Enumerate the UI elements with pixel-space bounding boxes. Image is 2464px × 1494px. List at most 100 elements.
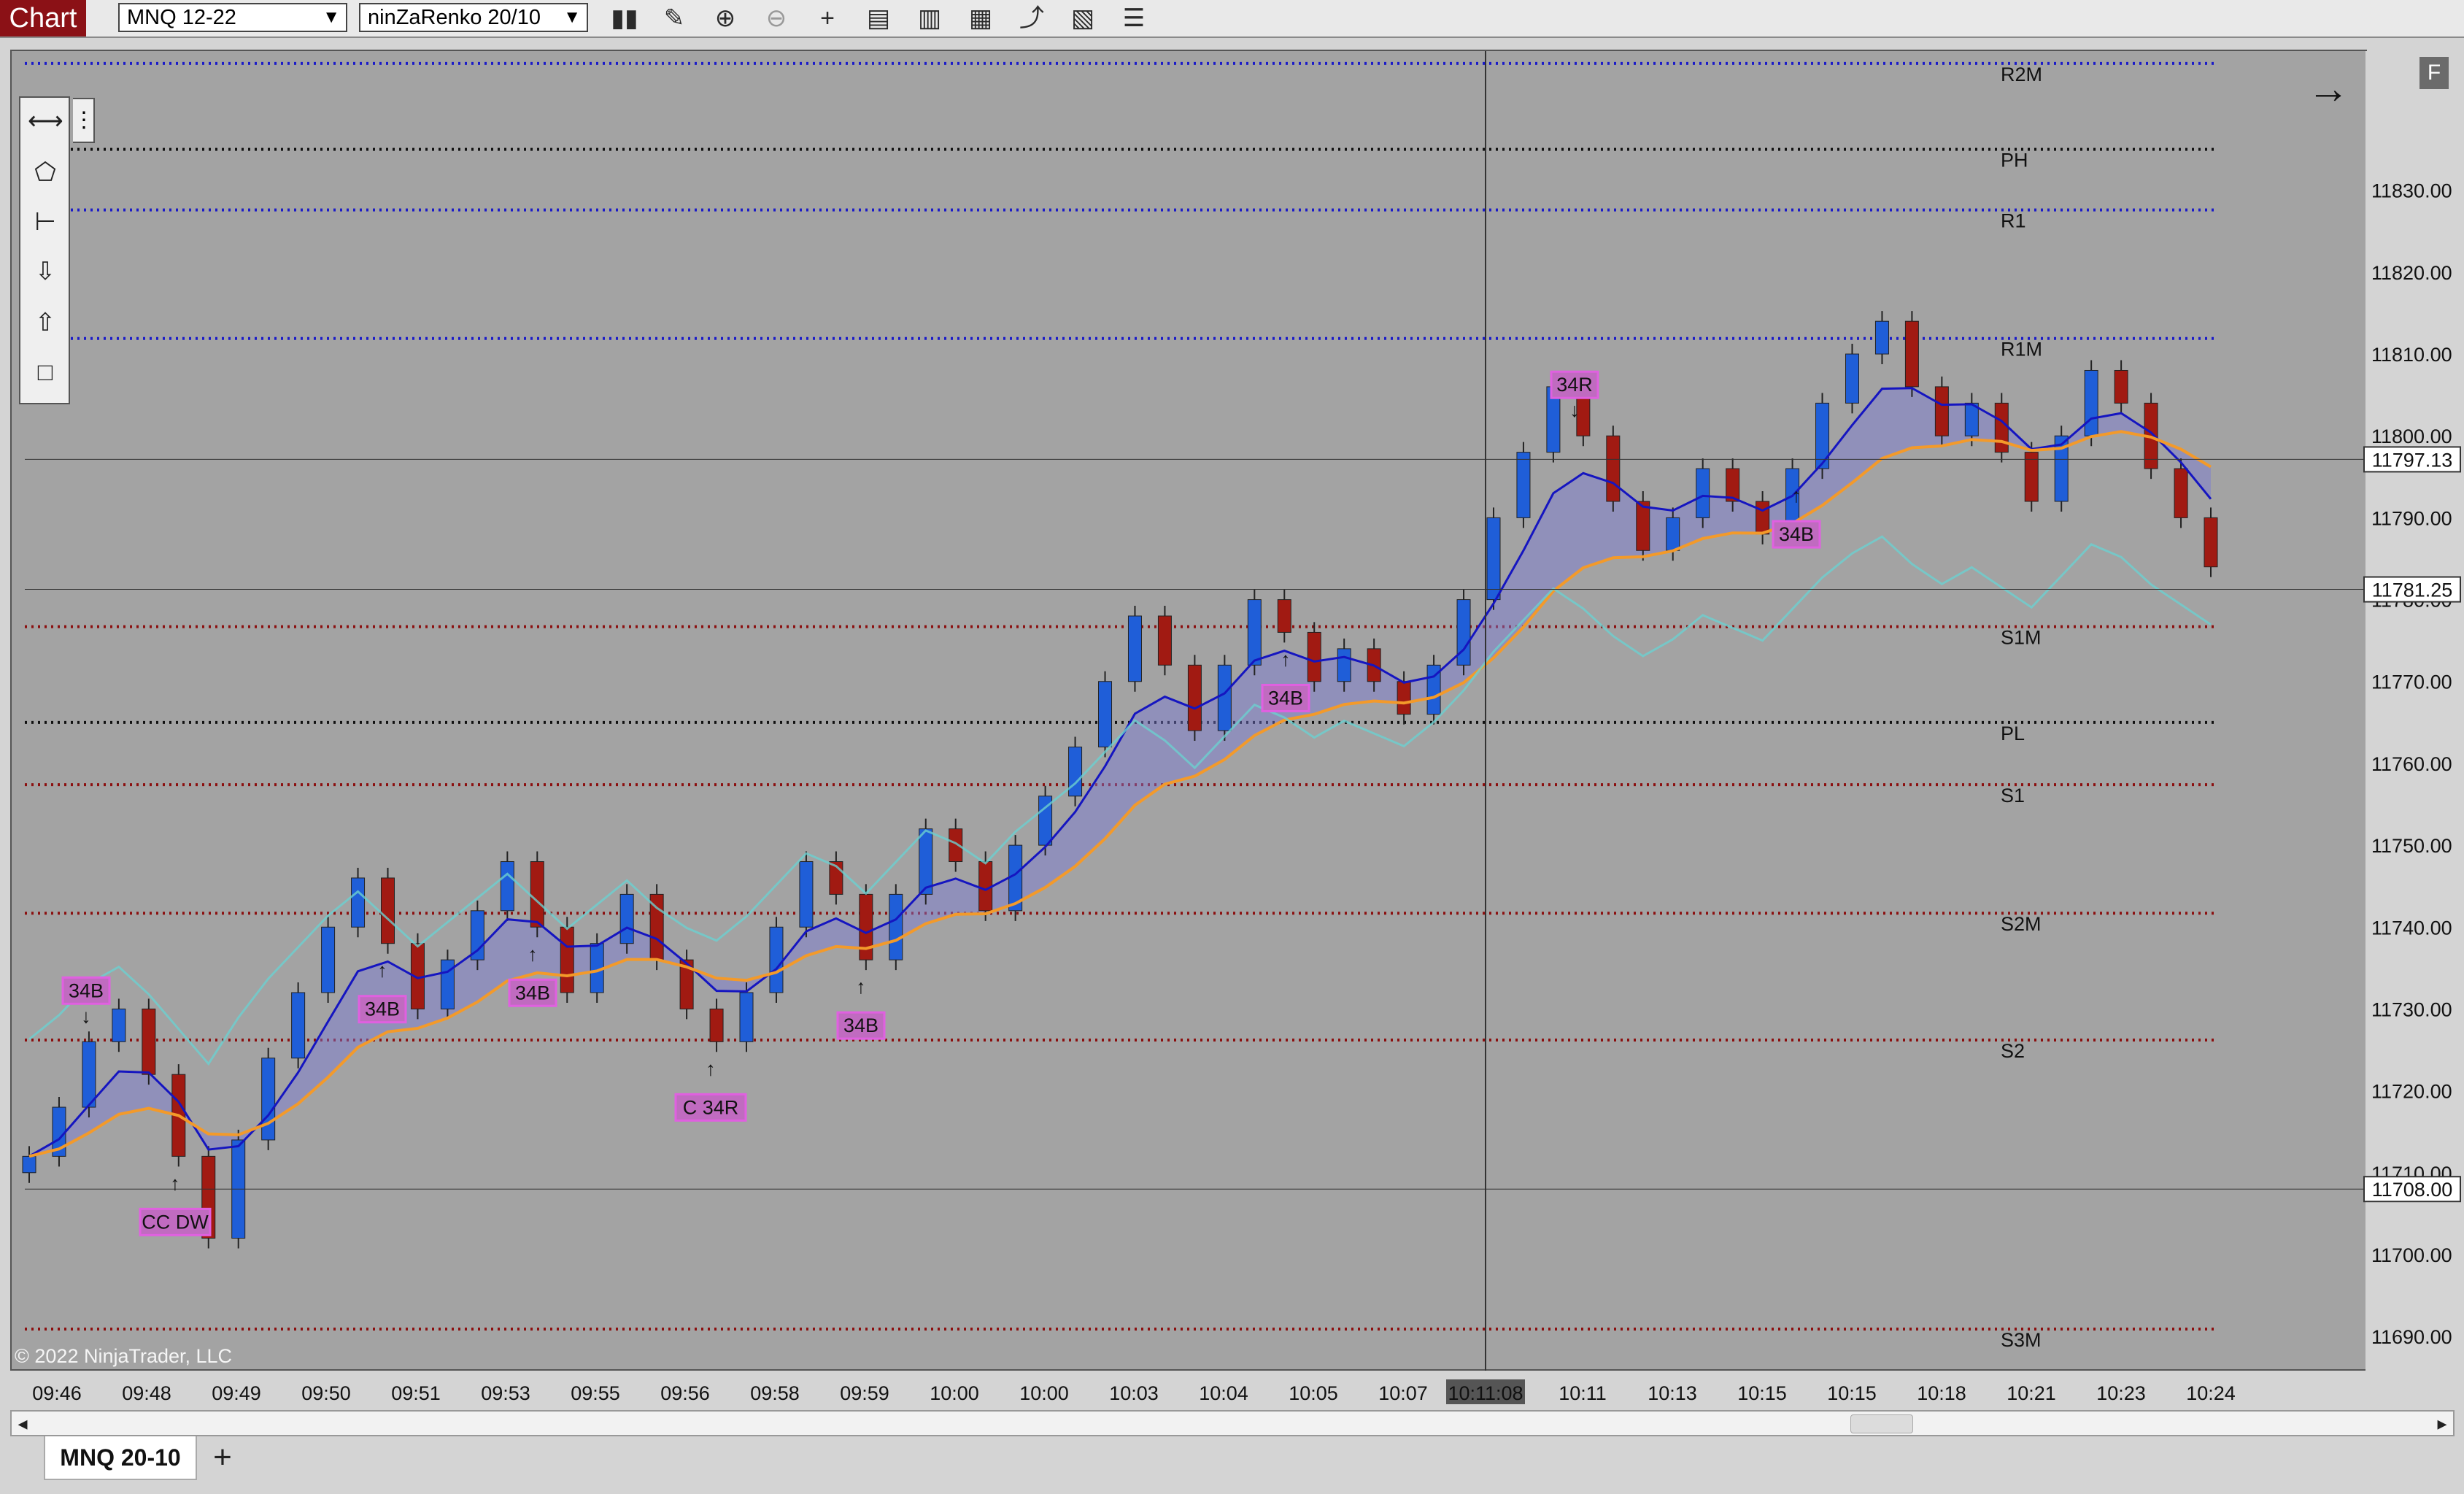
price-marker-label: 11797.13: [2372, 449, 2453, 471]
x-tick-label: 09:51: [391, 1382, 441, 1404]
signal-label: 34R: [1556, 374, 1593, 396]
tab-mnq-20-10[interactable]: MNQ 20-10: [44, 1436, 197, 1480]
candle: [859, 893, 873, 960]
signal-label: 34B: [843, 1014, 878, 1036]
x-tick-label: 10:13: [1648, 1382, 1697, 1404]
signal-label: 34B: [365, 998, 400, 1020]
scroll-left-icon[interactable]: ◂: [12, 1412, 34, 1435]
y-tick-label: 11690.00: [2371, 1326, 2452, 1348]
rectangle-tool-icon[interactable]: □: [28, 355, 63, 390]
candle: [1337, 648, 1351, 682]
pivot-label: PH: [2001, 150, 2028, 172]
arrow-up-tool-icon[interactable]: ⇧: [28, 305, 63, 340]
candle: [2204, 517, 2218, 568]
candle: [1666, 517, 1680, 551]
candle: [619, 893, 634, 944]
y-tick-label: 11760.00: [2371, 753, 2452, 775]
price-marker-label: 11781.25: [2372, 579, 2453, 601]
candle: [1606, 435, 1621, 502]
pivot-label: PL: [2001, 723, 2025, 744]
line-tool-icon[interactable]: ⟷: [28, 104, 63, 139]
x-tick-label: 10:03: [1109, 1382, 1159, 1404]
y-tick-label: 11810.00: [2371, 344, 2452, 366]
price-marker-label: 11708.00: [2372, 1179, 2453, 1201]
arrow-down-tool-icon[interactable]: ⇩: [28, 254, 63, 289]
candle: [1068, 746, 1083, 797]
signal-label: 34B: [1779, 523, 1814, 545]
candle: [2174, 468, 2188, 518]
add-tab-button[interactable]: +: [204, 1436, 241, 1480]
cursor-time-label: 10:11:08: [1448, 1382, 1523, 1404]
candle: [1636, 501, 1650, 551]
candle: [978, 861, 993, 912]
candle: [2114, 369, 2128, 404]
candle: [889, 893, 903, 960]
candle: [799, 861, 814, 928]
candle: [1307, 631, 1321, 682]
price-chart[interactable]: 11830.00 11820.00 11810.00 11800.00 11790.00…: [0, 0, 2464, 1409]
chart-tabs-bar: MNQ 20-10 +: [0, 1436, 2464, 1494]
pivot-label: R1: [2001, 210, 2026, 232]
x-tick-label: 10:00: [930, 1382, 979, 1404]
signal-label: 34B: [515, 982, 550, 1004]
candle: [1845, 353, 1859, 404]
signal-arrow: ↑: [856, 976, 866, 998]
candle: [1127, 615, 1142, 682]
candle: [1456, 599, 1471, 666]
candle: [530, 861, 544, 928]
candle: [291, 992, 306, 1059]
x-tick-label: 09:58: [750, 1382, 800, 1404]
copyright-text: © 2022 NinjaTrader, LLC: [15, 1345, 233, 1367]
scroll-thumb[interactable]: [1850, 1414, 1913, 1433]
x-tick-label: 10:00: [1019, 1382, 1069, 1404]
y-tick-label: 11730.00: [2371, 998, 2452, 1020]
candle: [381, 877, 395, 944]
scroll-right-icon[interactable]: ▸: [2431, 1412, 2453, 1435]
x-tick-label: 09:48: [122, 1382, 171, 1404]
candle: [321, 926, 336, 993]
signal-arrow: ↑: [377, 960, 387, 982]
candle: [769, 926, 784, 993]
candle: [1247, 599, 1262, 666]
signal-label: CC DW: [142, 1211, 209, 1233]
candle: [22, 1155, 36, 1174]
x-tick-label: 10:07: [1378, 1382, 1428, 1404]
candle: [1696, 468, 1710, 518]
pivot-label: S1: [2001, 785, 2025, 806]
more-tools-icon[interactable]: ⋮: [73, 98, 95, 143]
x-tick-label: 09:56: [660, 1382, 710, 1404]
candle: [1994, 402, 2009, 453]
candle: [112, 1008, 126, 1042]
x-tick-label: 10:15: [1827, 1382, 1877, 1404]
y-tick-label: 11790.00: [2371, 507, 2452, 529]
candle: [1397, 681, 1411, 715]
x-tick-label: 10:11: [1559, 1382, 1607, 1404]
candle: [2084, 369, 2098, 436]
f-button[interactable]: F: [2419, 57, 2449, 89]
pivot-label: R2M: [2001, 63, 2042, 85]
signal-arrow: ↑: [528, 943, 538, 965]
y-tick-label: 11740.00: [2371, 917, 2452, 939]
x-tick-label: 09:59: [840, 1382, 889, 1404]
ruler-tool-icon[interactable]: ⊢: [28, 204, 63, 239]
y-tick-label: 11750.00: [2371, 835, 2452, 857]
candle: [1157, 615, 1172, 666]
drawing-toolbar: ⋮ ⟷ ⬠ ⊢ ⇩ ⇧ □: [19, 96, 95, 404]
candle: [560, 926, 574, 993]
polygon-tool-icon[interactable]: ⬠: [28, 155, 63, 190]
x-tick-label: 10:23: [2096, 1382, 2146, 1404]
horizontal-scrollbar[interactable]: ◂ ▸: [10, 1410, 2455, 1436]
x-tick-label: 09:46: [32, 1382, 82, 1404]
candle: [919, 828, 933, 895]
y-tick-label: 11700.00: [2371, 1244, 2452, 1266]
candle: [142, 1008, 156, 1075]
y-tick-label: 11720.00: [2371, 1081, 2452, 1103]
candle: [351, 877, 366, 928]
signal-arrow: ↓: [1569, 399, 1580, 421]
candle: [1934, 386, 1949, 436]
y-tick-label: 11800.00: [2371, 426, 2452, 447]
pivot-label: S2: [2001, 1040, 2025, 1062]
x-tick-label: 09:53: [481, 1382, 530, 1404]
signal-label: C 34R: [683, 1096, 739, 1118]
arrow-right-icon[interactable]: →: [2307, 67, 2349, 111]
